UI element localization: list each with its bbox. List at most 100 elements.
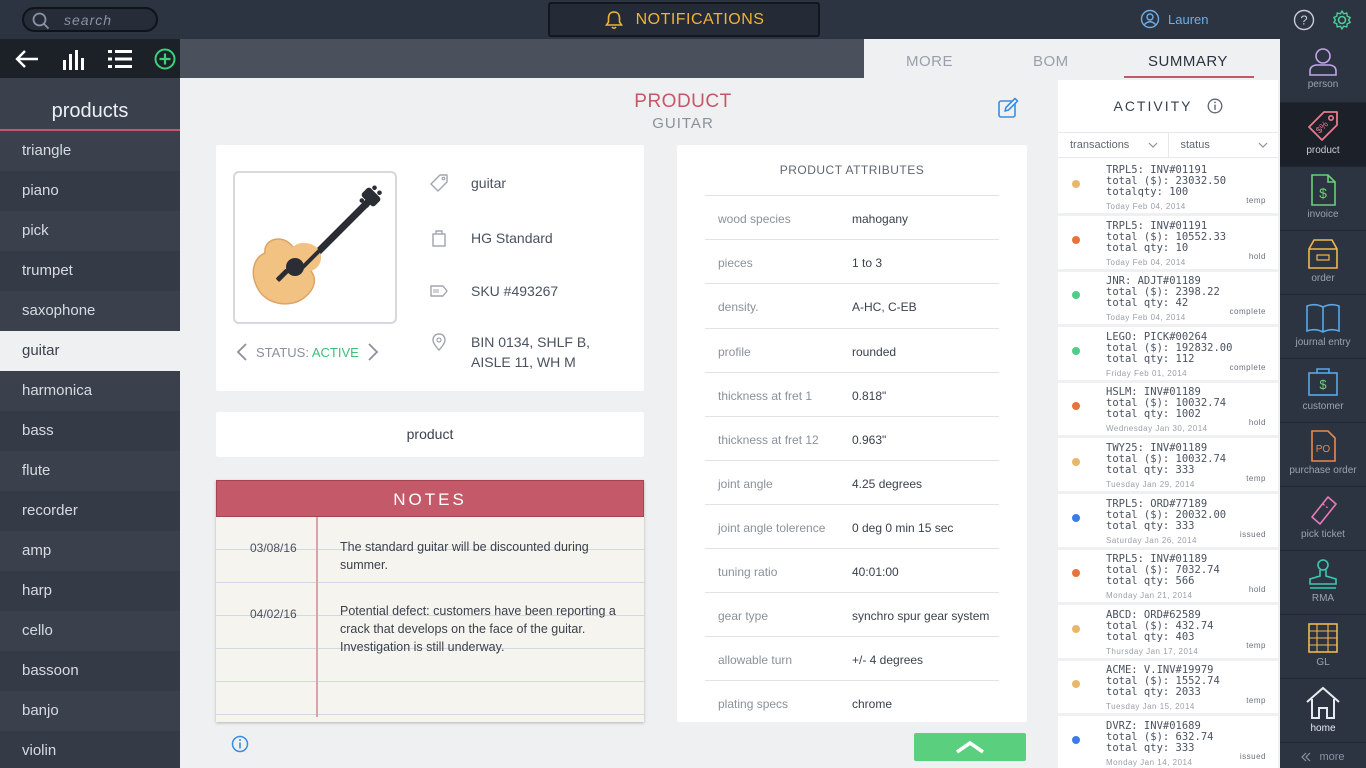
rail-item-purchase-order[interactable]: PO purchase order <box>1280 423 1366 487</box>
activity-item[interactable]: TRPL5: ORD#77189 total ($): 20032.00 total… <box>1058 494 1278 550</box>
rail-item-journal-entry[interactable]: journal entry <box>1280 295 1366 359</box>
activity-item[interactable]: JNR: ADJT#01189 total ($): 2398.22 total q… <box>1058 271 1278 328</box>
ledger-icon <box>1308 623 1338 653</box>
attribute-row: wood species mahogany <box>705 195 999 239</box>
activity-details: TRPL5: INV#01189 total ($): 7032.74 total … <box>1106 554 1220 587</box>
attribute-row: tuning ratio 40:01:00 <box>705 548 999 592</box>
note-text[interactable]: Potential defect: customers have been re… <box>340 602 620 656</box>
sidebar-item-banjo[interactable]: banjo <box>0 691 180 731</box>
activity-item[interactable]: TWY25: INV#01189 total ($): 10032.74 total… <box>1058 438 1278 494</box>
rail-item-person[interactable]: person <box>1280 39 1366 103</box>
rail-item-order[interactable]: order <box>1280 231 1366 295</box>
rail-label: journal entry <box>1295 337 1351 348</box>
activity-details: JNR: ADJT#01189 total ($): 2398.22 total q… <box>1106 276 1220 309</box>
activity-item[interactable]: HSLM: INV#01189 total ($): 10032.74 total … <box>1058 382 1278 439</box>
bar-chart-icon[interactable] <box>62 48 86 70</box>
tab-bom[interactable]: BOM <box>1033 53 1069 70</box>
list-icon[interactable] <box>108 49 132 69</box>
sidebar-item-bassoon[interactable]: bassoon <box>0 651 180 691</box>
sidebar-item-cello[interactable]: cello <box>0 611 180 651</box>
rail-item-home[interactable]: home <box>1280 679 1366 743</box>
activity-item[interactable]: ACME: V.INV#19979 total ($): 1552.74 total… <box>1058 660 1278 717</box>
attribute-value: 1 to 3 <box>852 256 883 270</box>
sidebar-item-bass[interactable]: bass <box>0 411 180 451</box>
sidebar-item-guitar[interactable]: guitar <box>0 331 180 371</box>
transactions-filter[interactable]: transactions <box>1058 133 1169 157</box>
activity-item[interactable]: LEGO: PICK#00264 total ($): 192832.00 tota… <box>1058 327 1278 383</box>
product-name: guitar <box>471 175 507 191</box>
rail-more-button[interactable]: more <box>1280 746 1366 768</box>
note-text[interactable]: The standard guitar will be discounted d… <box>340 538 620 574</box>
location-line-1: BIN 0134, SHLF B, <box>471 334 591 350</box>
rail-item-invoice[interactable]: $ invoice <box>1280 167 1366 231</box>
status-filter[interactable]: status <box>1169 133 1279 157</box>
attribute-row: joint angle tolerence 0 deg 0 min 15 sec <box>705 504 999 548</box>
activity-details: TWY25: INV#01189 total ($): 10032.74 total… <box>1106 443 1226 476</box>
product-type-box[interactable]: product <box>216 412 644 457</box>
rail-item-rma[interactable]: RMA <box>1280 551 1366 615</box>
rail-item-gl[interactable]: GL <box>1280 615 1366 679</box>
activity-details: ABCD: ORD#62589 total ($): 432.74 total qt… <box>1106 609 1213 643</box>
add-icon[interactable] <box>154 48 176 70</box>
product-image <box>233 171 397 324</box>
search-box[interactable] <box>22 7 158 32</box>
box-icon <box>1308 239 1338 269</box>
chevron-right-icon[interactable] <box>367 343 379 361</box>
sidebar-item-saxophone[interactable]: saxophone <box>0 291 180 331</box>
status-bar: STATUS: ACTIVE <box>236 343 379 361</box>
activity-item[interactable]: ABCD: ORD#62589 total ($): 432.74 total qt… <box>1058 605 1278 661</box>
back-arrow-icon[interactable] <box>14 49 40 69</box>
rail-label: customer <box>1302 401 1344 412</box>
activity-qty: total qty: 10 <box>1106 241 1189 254</box>
sidebar-item-harmonica[interactable]: harmonica <box>0 371 180 411</box>
sidebar-item-harp[interactable]: harp <box>0 571 180 611</box>
page-title: PRODUCT <box>634 91 732 112</box>
rail-item-product[interactable]: $% product <box>1280 103 1366 167</box>
activity-item[interactable]: TRPL5: INV#01191 total ($): 23032.50 total… <box>1058 160 1278 216</box>
activity-item[interactable]: TRPL5: INV#01191 total ($): 10552.33 total… <box>1058 216 1278 272</box>
sidebar-item-violin[interactable]: violin <box>0 731 180 768</box>
product-brand: HG Standard <box>471 230 553 246</box>
status-dot <box>1072 235 1080 244</box>
activity-item[interactable]: DVRZ: INV#01689 total ($): 632.74 total qt… <box>1058 716 1278 768</box>
edit-icon[interactable] <box>997 97 1019 119</box>
sidebar-item-flute[interactable]: flute <box>0 451 180 491</box>
gear-icon[interactable] <box>1331 9 1353 31</box>
scroll-up-button[interactable] <box>914 733 1026 761</box>
stamp-icon <box>1309 559 1337 589</box>
sidebar-title: products <box>0 78 180 131</box>
activity-status: temp <box>1246 196 1266 205</box>
sidebar-item-trumpet[interactable]: trumpet <box>0 251 180 291</box>
attribute-value: chrome <box>852 697 893 711</box>
rail-item-customer[interactable]: $ customer <box>1280 359 1366 423</box>
status-dot <box>1072 458 1080 466</box>
activity-details: DVRZ: INV#01689 total ($): 632.74 total qt… <box>1106 721 1213 754</box>
user-menu[interactable]: Lauren <box>1140 9 1208 29</box>
rail-item-pick-ticket[interactable]: pick ticket <box>1280 487 1366 551</box>
activity-status: hold <box>1248 585 1266 595</box>
chevron-left-icon[interactable] <box>236 343 248 361</box>
notifications-button[interactable]: NOTIFICATIONS <box>548 2 820 37</box>
sidebar-item-recorder[interactable]: recorder <box>0 491 180 531</box>
search-input[interactable] <box>64 12 152 28</box>
svg-text:$: $ <box>1319 377 1327 392</box>
tag-icon <box>429 173 449 193</box>
sidebar-item-triangle[interactable]: triangle <box>0 131 180 171</box>
activity-details: HSLM: INV#01189 total ($): 10032.74 total … <box>1106 387 1226 420</box>
info-icon[interactable] <box>231 735 249 753</box>
attributes-title: PRODUCT ATTRIBUTES <box>779 163 925 177</box>
sidebar-item-pick[interactable]: pick <box>0 211 180 251</box>
rail-label: home <box>1310 723 1336 734</box>
tab-summary[interactable]: SUMMARY <box>1148 53 1228 70</box>
help-icon[interactable]: ? <box>1293 9 1315 31</box>
tab-more[interactable]: MORE <box>906 53 953 70</box>
filter-label: status <box>1180 139 1210 151</box>
status-label: STATUS: <box>256 344 309 360</box>
sidebar-item-amp[interactable]: amp <box>0 531 180 571</box>
activity-status: hold <box>1248 251 1266 261</box>
activity-header: ACTIVITY <box>1058 80 1278 132</box>
bell-icon <box>604 10 624 30</box>
activity-item[interactable]: TRPL5: INV#01189 total ($): 7032.74 total … <box>1058 549 1278 606</box>
sidebar-item-piano[interactable]: piano <box>0 171 180 211</box>
info-icon[interactable] <box>1207 98 1223 114</box>
